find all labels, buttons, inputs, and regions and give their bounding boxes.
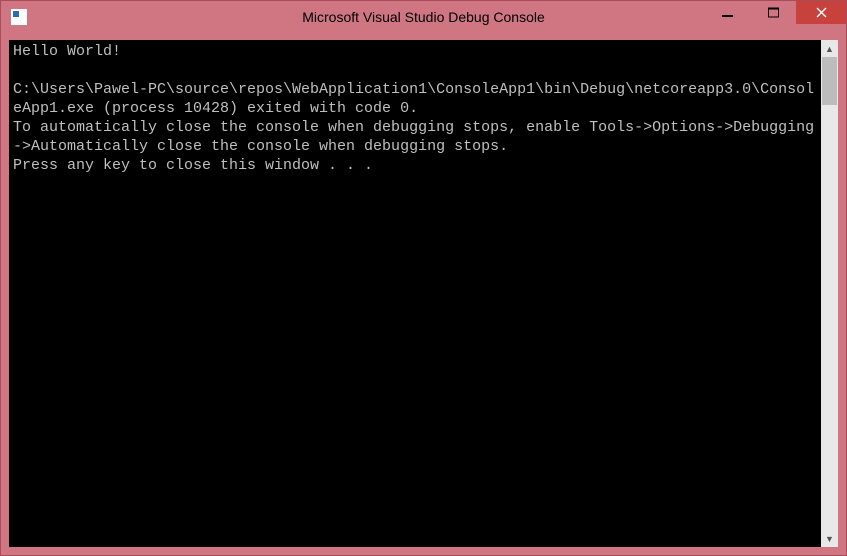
scroll-up-arrow[interactable]: ▲ — [821, 40, 838, 57]
vertical-scrollbar[interactable]: ▲ ▼ — [821, 40, 838, 547]
console-container: Hello World! C:\Users\Pawel-PC\source\re… — [9, 40, 838, 547]
client-area: Hello World! C:\Users\Pawel-PC\source\re… — [1, 32, 846, 555]
minimize-button[interactable] — [704, 1, 750, 24]
maximize-button[interactable] — [750, 1, 796, 24]
scroll-down-arrow[interactable]: ▼ — [821, 530, 838, 547]
minimize-icon — [722, 7, 733, 18]
app-icon — [11, 9, 27, 25]
maximize-icon — [768, 7, 779, 18]
close-button[interactable] — [796, 1, 846, 24]
scroll-thumb[interactable] — [822, 57, 837, 105]
window-frame: Microsoft Visual Studio Debug Console — [0, 0, 847, 556]
titlebar[interactable]: Microsoft Visual Studio Debug Console — [1, 1, 846, 32]
close-icon — [816, 7, 827, 18]
console-output[interactable]: Hello World! C:\Users\Pawel-PC\source\re… — [9, 40, 821, 547]
window-controls — [704, 1, 846, 32]
